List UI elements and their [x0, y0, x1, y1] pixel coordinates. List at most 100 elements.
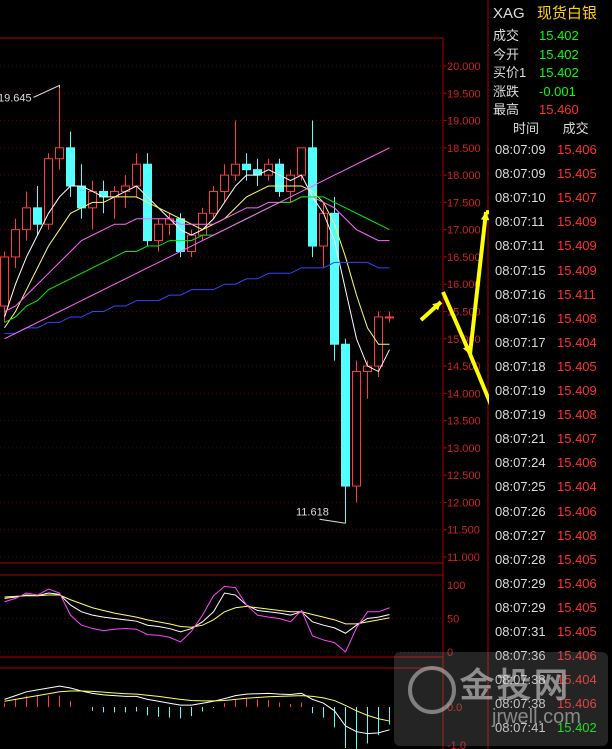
tick-time: 08:07:19 — [495, 383, 546, 398]
candle-body — [341, 343, 350, 487]
kdj-axis-label: 50 — [447, 614, 459, 626]
tick-time: 08:07:29 — [495, 575, 546, 591]
tick-row: 08:07:29 15.406 — [495, 576, 611, 591]
y-tick-label: 18.500 — [447, 143, 481, 155]
candle-body — [209, 190, 218, 214]
candle-body — [275, 163, 284, 192]
y-tick-label: 16.500 — [447, 252, 481, 264]
quote-row: 买价1 15.402 — [493, 62, 611, 81]
candle-body — [33, 207, 42, 225]
tick-row: 08:07:27 15.408 — [495, 528, 611, 543]
quote-value: 15.402 — [539, 28, 579, 43]
tick-price: 15.405 — [557, 624, 597, 639]
quote-value: 15.402 — [539, 46, 579, 62]
quote-label: 涨跌 — [493, 83, 520, 99]
tick-time: 08:07:11 — [495, 238, 545, 254]
tick-row: 08:07:09 15.406 — [495, 142, 611, 157]
candle-body — [88, 190, 97, 209]
tick-time: 08:07:15 — [495, 262, 546, 278]
y-tick-label: 17.000 — [447, 225, 481, 237]
candles — [0, 87, 394, 524]
candle-body — [187, 234, 196, 252]
candle-body — [220, 174, 229, 192]
tick-price: 15.404 — [557, 334, 597, 350]
tick-price: 15.405 — [557, 599, 597, 615]
y-tick-label: 14.000 — [447, 388, 481, 400]
tick-row: 08:07:31 15.405 — [495, 624, 611, 639]
quote-value: 15.402 — [539, 65, 579, 80]
tick-row: 08:07:19 15.409 — [495, 383, 611, 398]
candle-body — [55, 147, 64, 160]
tick-time: 08:07:24 — [495, 455, 546, 471]
tick-row: 08:07:24 15.406 — [495, 455, 611, 470]
tick-time: 08:07:21 — [495, 431, 546, 447]
tick-price: 15.406 — [557, 503, 597, 519]
quote-label: 最高 — [493, 102, 520, 117]
quote-header: XAG 现货白银 — [493, 2, 597, 23]
candle-body — [22, 207, 31, 231]
candle-body — [66, 147, 75, 187]
kline-chart[interactable]: 20.000 19.500 19.000 18.500 18.000 17.500 17.0… — [0, 0, 489, 749]
y-tick-label: 13.500 — [447, 416, 481, 428]
watermark: 金投网 jrwell.com — [394, 652, 608, 746]
y-tick-label: 20.000 — [447, 61, 481, 73]
tick-price: 15.407 — [557, 431, 597, 447]
tick-price: 15.405 — [557, 551, 597, 567]
tick-time: 08:07:16 — [495, 310, 546, 326]
tick-time: 08:07:26 — [495, 503, 546, 519]
tick-row: 08:07:19 15.408 — [495, 407, 611, 422]
tick-time: 08:07:17 — [495, 334, 546, 350]
candle-body — [231, 163, 240, 176]
macd-line-dif — [4, 685, 390, 735]
ticks-header-time: 时间 — [512, 121, 539, 136]
tick-row: 08:07:15 15.409 — [495, 263, 611, 278]
tick-row: 08:07:11 15.409 — [495, 238, 611, 253]
y-tick-label: 11.000 — [447, 552, 480, 564]
watermark-logo-icon — [408, 666, 456, 714]
high-label: 19.645 — [0, 92, 32, 104]
tick-price: 15.404 — [557, 479, 597, 495]
tick-price: 15.406 — [557, 455, 597, 471]
candle-body — [363, 365, 372, 373]
candle-body — [319, 212, 328, 247]
tick-price: 15.409 — [557, 214, 597, 230]
candle-body — [77, 185, 86, 209]
candle-body — [352, 371, 361, 487]
quote-value: -0.001 — [539, 83, 576, 99]
tick-time: 08:07:19 — [495, 407, 546, 423]
tick-row: 08:07:17 15.404 — [495, 335, 611, 350]
tick-time: 08:07:16 — [495, 286, 546, 302]
y-tick-label: 19.500 — [447, 88, 481, 100]
tick-time: 08:07:31 — [495, 624, 546, 639]
tick-row: 08:07:10 15.407 — [495, 190, 611, 205]
y-tick-label: 19.000 — [447, 116, 481, 128]
y-tick-label: 17.500 — [447, 197, 481, 209]
candle-body — [385, 316, 394, 319]
tick-time: 08:07:28 — [495, 551, 546, 567]
kdj-axis-label: 100 — [447, 580, 465, 592]
candle-body — [110, 190, 119, 198]
quote-row: 成交 15.402 — [493, 25, 611, 44]
quote-panel: XAG 现货白银 成交 15.402 今开 15.402 买价1 15.402 涨跌 -0.0… — [489, 0, 612, 749]
tick-price: 15.405 — [557, 166, 597, 182]
candle-body — [154, 223, 163, 242]
tick-price: 15.409 — [557, 238, 597, 254]
low-marker — [319, 518, 346, 524]
tick-row: 08:07:16 15.408 — [495, 311, 611, 326]
candle-body — [121, 185, 130, 192]
quote-label: 今开 — [493, 46, 520, 62]
tick-time: 08:07:27 — [495, 527, 546, 543]
tick-price: 15.408 — [557, 310, 597, 326]
watermark-url: jrwell.com — [492, 706, 581, 728]
tick-row: 08:07:25 15.404 — [495, 479, 611, 494]
tick-price: 15.409 — [557, 262, 597, 278]
tick-price: 15.408 — [557, 407, 597, 423]
tick-price: 15.411 — [557, 286, 596, 302]
candle-body — [253, 169, 262, 176]
y-tick-label: 18.000 — [447, 170, 481, 182]
ticks-header: 时间 成交 — [493, 118, 611, 137]
watermark-text: 金投网 — [460, 667, 571, 705]
tick-row: 08:07:11 15.409 — [495, 214, 611, 229]
low-label: 11.618 — [296, 506, 329, 518]
y-tick-label: 11.500 — [447, 525, 480, 537]
